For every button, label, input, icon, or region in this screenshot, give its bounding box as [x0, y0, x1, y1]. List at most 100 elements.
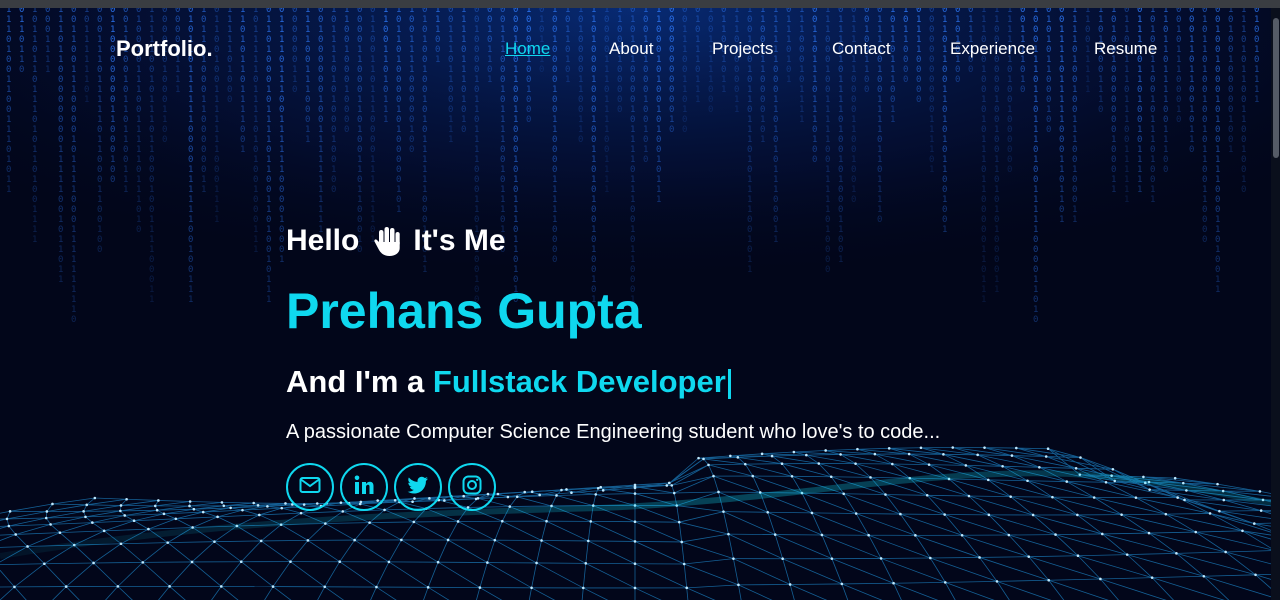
binary-column: 1000011101111001111	[604, 8, 609, 195]
svg-text:0: 0	[279, 245, 284, 255]
svg-text:1: 1	[1098, 8, 1103, 15]
svg-text:1: 1	[1033, 85, 1038, 95]
svg-text:0: 0	[903, 65, 908, 75]
svg-text:0: 0	[279, 235, 284, 245]
svg-text:1: 1	[981, 15, 986, 25]
svg-text:1: 1	[279, 135, 284, 145]
nav-experience[interactable]: Experience	[950, 39, 1035, 59]
svg-text:0: 0	[71, 215, 76, 225]
svg-text:1: 1	[981, 175, 986, 185]
page-scrollbar[interactable]	[1271, 8, 1280, 600]
svg-text:1: 1	[942, 15, 947, 25]
svg-text:1: 1	[214, 25, 219, 35]
nav-about[interactable]: About	[609, 39, 653, 59]
grid-node	[162, 512, 166, 516]
svg-text:1: 1	[825, 95, 830, 105]
svg-text:1: 1	[71, 175, 76, 185]
svg-text:1: 1	[201, 175, 206, 185]
nav-home[interactable]: Home	[505, 39, 550, 59]
svg-text:0: 0	[1176, 8, 1181, 15]
svg-text:0: 0	[539, 8, 544, 15]
svg-text:0: 0	[487, 15, 492, 25]
svg-text:0: 0	[669, 105, 674, 115]
svg-text:0: 0	[513, 25, 518, 35]
svg-text:1: 1	[825, 65, 830, 75]
svg-text:0: 0	[1085, 25, 1090, 35]
svg-text:1: 1	[1215, 175, 1220, 185]
svg-text:0: 0	[630, 75, 635, 85]
svg-text:0: 0	[266, 145, 271, 155]
svg-text:0: 0	[513, 145, 518, 155]
svg-text:1: 1	[149, 235, 154, 245]
svg-text:0: 0	[292, 8, 297, 15]
svg-text:0: 0	[812, 155, 817, 165]
svg-text:1: 1	[838, 225, 843, 235]
svg-text:0: 0	[409, 15, 414, 25]
svg-text:0: 0	[708, 15, 713, 25]
svg-text:0: 0	[825, 75, 830, 85]
svg-text:0: 0	[1176, 85, 1181, 95]
svg-text:0: 0	[97, 175, 102, 185]
svg-text:0: 0	[188, 255, 193, 265]
grid-node	[1173, 476, 1177, 480]
svg-text:1: 1	[266, 195, 271, 205]
svg-text:1: 1	[110, 115, 115, 125]
svg-text:0: 0	[617, 95, 622, 105]
svg-text:1: 1	[253, 115, 258, 125]
grid-node	[1125, 553, 1129, 556]
svg-text:0: 0	[864, 85, 869, 95]
svg-text:0: 0	[58, 105, 63, 115]
grid-node	[84, 515, 87, 519]
svg-text:0: 0	[643, 135, 648, 145]
svg-text:0: 0	[1202, 115, 1207, 125]
svg-text:0: 0	[214, 75, 219, 85]
svg-text:0: 0	[682, 8, 687, 15]
instagram-button[interactable]	[448, 463, 496, 511]
svg-text:0: 0	[448, 95, 453, 105]
svg-text:1: 1	[526, 85, 531, 95]
nav-projects[interactable]: Projects	[712, 39, 773, 59]
svg-text:0: 0	[513, 95, 518, 105]
svg-text:1: 1	[1189, 125, 1194, 135]
svg-text:0: 0	[838, 135, 843, 145]
svg-text:0: 0	[175, 15, 180, 25]
scrollbar-thumb[interactable]	[1273, 18, 1279, 158]
svg-text:0: 0	[266, 75, 271, 85]
nav-contact[interactable]: Contact	[832, 39, 891, 59]
nav-resume[interactable]: Resume	[1094, 39, 1157, 59]
svg-text:1: 1	[201, 105, 206, 115]
svg-text:0: 0	[513, 85, 518, 95]
svg-text:0: 0	[877, 85, 882, 95]
svg-text:1: 1	[877, 185, 882, 195]
svg-text:0: 0	[409, 145, 414, 155]
svg-text:1: 1	[604, 185, 609, 195]
svg-text:0: 0	[58, 125, 63, 135]
svg-text:1: 1	[513, 245, 518, 255]
twitter-button[interactable]	[394, 463, 442, 511]
svg-text:0: 0	[838, 115, 843, 125]
svg-text:0: 0	[6, 65, 11, 75]
linkedin-button[interactable]	[340, 463, 388, 511]
svg-text:0: 0	[981, 165, 986, 175]
grid-node	[1164, 512, 1168, 516]
svg-text:0: 0	[344, 75, 349, 85]
email-button[interactable]	[286, 463, 334, 511]
svg-text:1: 1	[1046, 105, 1051, 115]
svg-text:1: 1	[370, 85, 375, 95]
svg-text:0: 0	[214, 165, 219, 175]
grid-node	[530, 586, 533, 590]
svg-text:0: 0	[1202, 175, 1207, 185]
grid-node	[508, 505, 512, 508]
svg-text:1: 1	[994, 8, 999, 15]
svg-text:0: 0	[1202, 215, 1207, 225]
svg-text:1: 1	[1202, 95, 1207, 105]
svg-text:0: 0	[149, 165, 154, 175]
svg-text:1: 1	[448, 65, 453, 75]
svg-text:0: 0	[1215, 125, 1220, 135]
svg-text:1: 1	[825, 195, 830, 205]
svg-text:0: 0	[929, 155, 934, 165]
svg-text:0: 0	[240, 125, 245, 135]
svg-text:0: 0	[1072, 185, 1077, 195]
svg-text:0: 0	[1189, 25, 1194, 35]
grid-node	[125, 497, 128, 501]
